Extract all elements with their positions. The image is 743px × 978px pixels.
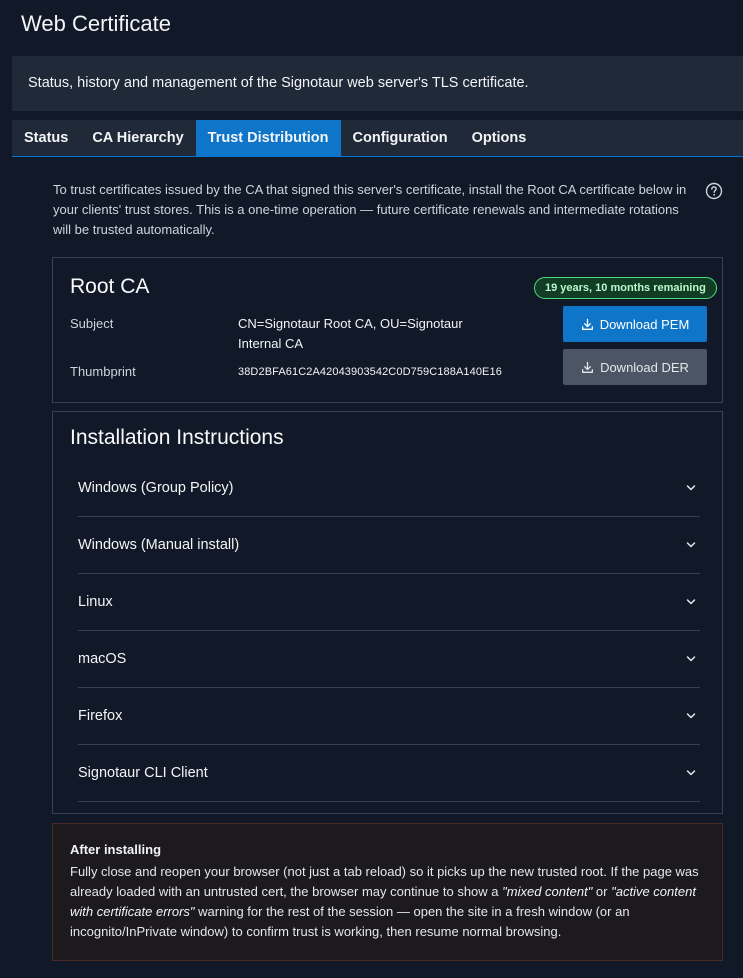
notice-text: or bbox=[592, 884, 612, 899]
accordion-label: Windows (Manual install) bbox=[78, 537, 240, 553]
tab-options[interactable]: Options bbox=[460, 120, 539, 156]
download-der-label: Download DER bbox=[600, 359, 689, 375]
subject-label: Subject bbox=[70, 316, 114, 331]
tab-ca-hierarchy[interactable]: CA Hierarchy bbox=[80, 120, 195, 156]
accordion-label: Linux bbox=[78, 594, 113, 610]
accordion-label: Windows (Group Policy) bbox=[78, 480, 234, 496]
accordion-item-macos[interactable]: macOS bbox=[78, 631, 700, 688]
chevron-down-icon bbox=[686, 656, 696, 662]
chevron-down-icon bbox=[686, 485, 696, 491]
tab-status[interactable]: Status bbox=[12, 120, 80, 156]
accordion-item-linux[interactable]: Linux bbox=[78, 574, 700, 631]
download-pem-button[interactable]: Download PEM bbox=[563, 306, 707, 342]
download-icon bbox=[581, 318, 593, 330]
accordion-item-windows-group-policy[interactable]: Windows (Group Policy) bbox=[78, 460, 700, 517]
accordion-item-windows-manual[interactable]: Windows (Manual install) bbox=[78, 517, 700, 574]
installation-instructions-title: Installation Instructions bbox=[70, 426, 284, 449]
download-pem-label: Download PEM bbox=[599, 316, 690, 332]
accordion-item-signotaur-cli[interactable]: Signotaur CLI Client bbox=[78, 745, 700, 802]
thumbprint-value: 38D2BFA61C2A42043903542C0D759C188A140E16 bbox=[238, 366, 502, 378]
tab-bar: Status CA Hierarchy Trust Distribution C… bbox=[12, 120, 743, 157]
page-description: Status, history and management of the Si… bbox=[28, 75, 529, 91]
root-ca-card: Root CA 19 years, 10 months remaining Su… bbox=[52, 257, 723, 403]
accordion-label: Firefox bbox=[78, 708, 123, 724]
validity-badge: 19 years, 10 months remaining bbox=[534, 277, 717, 299]
accordion-label: macOS bbox=[78, 651, 127, 667]
chevron-down-icon bbox=[686, 542, 696, 548]
installation-instructions-card: Installation Instructions Windows (Group… bbox=[52, 411, 723, 814]
tab-configuration[interactable]: Configuration bbox=[341, 120, 460, 156]
after-installing-notice: After installing Fully close and reopen … bbox=[52, 823, 723, 961]
instructions-accordion: Windows (Group Policy) Windows (Manual i… bbox=[78, 460, 700, 802]
notice-body: Fully close and reopen your browser (not… bbox=[70, 862, 705, 942]
chevron-down-icon bbox=[686, 713, 696, 719]
thumbprint-label: Thumbprint bbox=[70, 364, 136, 379]
page-title: Web Certificate bbox=[21, 11, 171, 36]
accordion-label: Signotaur CLI Client bbox=[78, 765, 208, 781]
notice-quote: "mixed content" bbox=[502, 884, 593, 899]
download-der-button[interactable]: Download DER bbox=[563, 349, 707, 385]
download-icon bbox=[582, 361, 594, 373]
help-icon[interactable] bbox=[705, 182, 723, 200]
root-ca-title: Root CA bbox=[70, 275, 150, 298]
chevron-down-icon bbox=[686, 599, 696, 605]
intro-text: To trust certificates issued by the CA t… bbox=[53, 182, 687, 237]
notice-title: After installing bbox=[70, 842, 162, 857]
subject-value: CN=Signotaur Root CA, OU=Signotaur Inter… bbox=[238, 316, 463, 351]
chevron-down-icon bbox=[686, 770, 696, 776]
page-description-bar: Status, history and management of the Si… bbox=[12, 56, 743, 111]
accordion-item-firefox[interactable]: Firefox bbox=[78, 688, 700, 745]
tab-trust-distribution[interactable]: Trust Distribution bbox=[195, 120, 341, 156]
